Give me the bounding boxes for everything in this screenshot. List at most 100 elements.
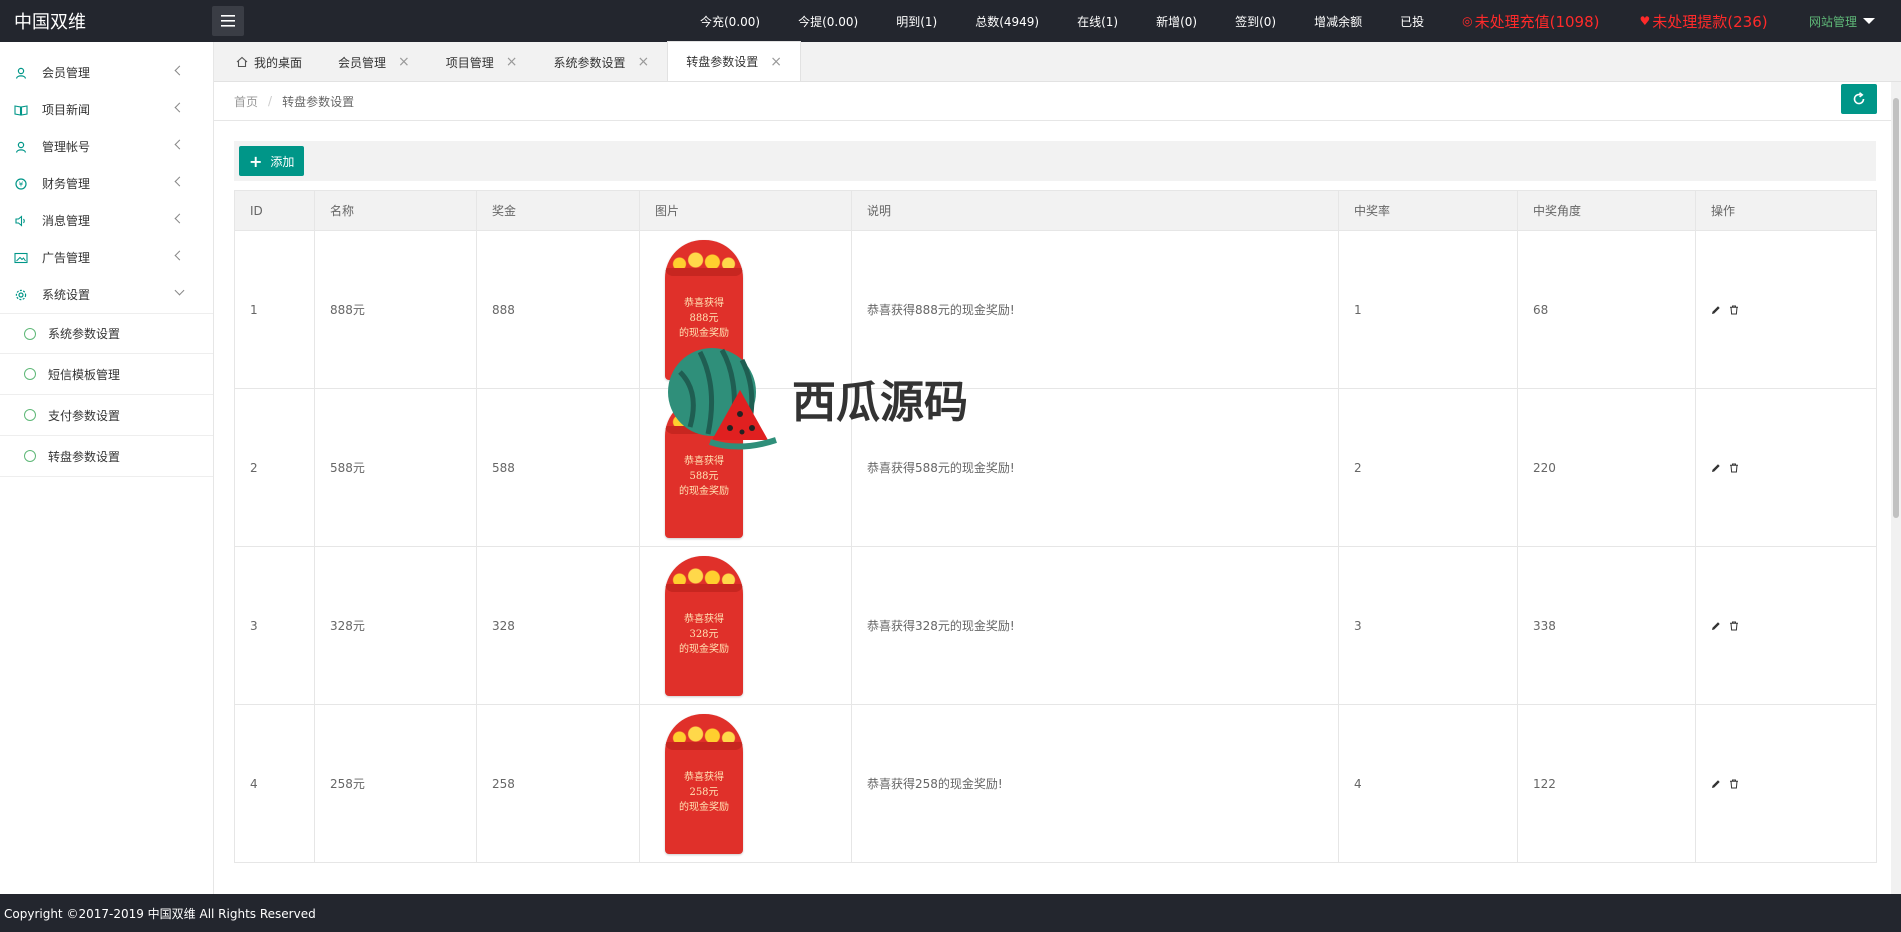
edit-icon[interactable] <box>1711 463 1721 473</box>
red-envelope-image: 恭喜获得 328元 的现金奖励 <box>665 555 743 696</box>
sidebar-item-ads[interactable]: 广告管理 <box>0 239 213 276</box>
sidebar-item-label: 管理帐号 <box>42 140 91 154</box>
delete-icon[interactable] <box>1729 463 1739 473</box>
tab-wheel-params[interactable]: 转盘参数设置 × <box>667 41 802 81</box>
top-bar: 中国双维 今充(0.00) 今提(0.00) 明到(1) 总数(4949) 在线… <box>0 0 1901 42</box>
edit-icon[interactable] <box>1711 779 1721 789</box>
tab-system-params[interactable]: 系统参数设置 × <box>536 43 668 81</box>
table-row: 2 588元 588 恭喜获得 588元 的现金奖励 恭喜获得 588元的现金奖励… <box>234 388 1877 547</box>
stat-adjust-balance[interactable]: 增减余额 <box>1314 13 1362 30</box>
refresh-button[interactable] <box>1841 84 1877 114</box>
delete-icon[interactable] <box>1729 621 1739 631</box>
cell-win-rate: 3 <box>1338 546 1518 705</box>
edit-icon[interactable] <box>1711 305 1721 315</box>
target-icon: ◎ <box>1462 14 1473 28</box>
stat-today-recharge[interactable]: 今充(0.00) <box>700 13 760 30</box>
site-admin-menu[interactable]: 网站管理 <box>1809 0 1875 42</box>
chevron-left-icon <box>174 102 185 113</box>
close-icon[interactable]: × <box>770 54 782 70</box>
tab-members[interactable]: 会员管理 × <box>320 43 428 81</box>
app-logo: 中国双维 <box>14 12 86 33</box>
menu-toggle-button[interactable] <box>212 6 244 36</box>
sidebar-item-label: 消息管理 <box>42 214 91 228</box>
cell-prize: 588 <box>476 388 640 547</box>
sidebar-subitem-wheel-params[interactable]: 转盘参数设置 <box>0 436 213 477</box>
scrollbar-thumb[interactable] <box>1893 98 1899 518</box>
edit-icon[interactable] <box>1711 621 1721 631</box>
close-icon[interactable]: × <box>506 54 518 70</box>
cell-win-angle: 338 <box>1517 546 1696 705</box>
heart-icon: ♥ <box>1639 14 1651 28</box>
cell-description: 恭喜获得258的现金奖励! <box>851 704 1339 863</box>
gear-icon <box>24 327 36 340</box>
column-header-name: 名称 <box>314 190 477 231</box>
column-header-prize: 奖金 <box>476 190 640 231</box>
cell-actions <box>1695 546 1877 705</box>
close-icon[interactable]: × <box>638 54 650 70</box>
gear-icon <box>24 409 36 421</box>
column-header-image: 图片 <box>639 190 852 231</box>
delete-icon[interactable] <box>1729 305 1739 315</box>
breadcrumb-home[interactable]: 首页 <box>234 93 258 110</box>
tab-desktop[interactable]: 我的桌面 <box>218 43 320 81</box>
breadcrumb-current: 转盘参数设置 <box>282 94 355 109</box>
sidebar-item-label: 财务管理 <box>42 177 91 191</box>
sidebar-subitem-system-params[interactable]: 系统参数设置 <box>0 313 213 354</box>
envelope-line: 恭喜获得 <box>684 455 724 467</box>
envelope-line: 的现金奖励 <box>679 643 729 655</box>
alert-pending-recharge[interactable]: ◎ 未处理充值(1098) <box>1462 11 1599 32</box>
book-icon <box>14 103 28 117</box>
sidebar-subitem-sms-templates[interactable]: 短信模板管理 <box>0 354 213 395</box>
red-envelope-image: 恭喜获得 258元 的现金奖励 <box>665 713 743 854</box>
envelope-flap <box>665 741 743 750</box>
caret-down-icon <box>1863 18 1875 24</box>
alert-pending-withdraw[interactable]: ♥ 未处理提款(236) <box>1640 11 1768 32</box>
sidebar-subitem-label: 短信模板管理 <box>48 367 121 382</box>
stat-tomorrow[interactable]: 明到(1) <box>896 13 937 30</box>
tab-label: 项目管理 <box>445 55 494 70</box>
cell-name: 588元 <box>314 388 477 547</box>
close-icon[interactable]: × <box>398 54 410 70</box>
image-icon <box>14 251 28 265</box>
tab-label: 系统参数设置 <box>553 55 626 70</box>
stat-new[interactable]: 新增(0) <box>1156 13 1197 30</box>
chevron-left-icon <box>174 139 185 150</box>
sidebar-subitem-label: 转盘参数设置 <box>48 449 121 464</box>
cell-actions <box>1695 704 1877 863</box>
sidebar-item-news[interactable]: 项目新闻 <box>0 91 213 128</box>
stat-today-withdraw[interactable]: 今提(0.00) <box>798 13 858 30</box>
stat-online[interactable]: 在线(1) <box>1077 13 1118 30</box>
sidebar-item-system-settings[interactable]: 系统设置 <box>0 276 213 313</box>
column-header-win-rate: 中奖率 <box>1338 190 1518 231</box>
envelope-text: 恭喜获得 328元 的现金奖励 <box>665 612 743 657</box>
tab-bar: 我的桌面 会员管理 × 项目管理 × 系统参数设置 × 转盘参数设置 × <box>214 41 1901 82</box>
home-icon <box>236 56 248 68</box>
stat-checkin[interactable]: 签到(0) <box>1235 13 1276 30</box>
sidebar-item-finance[interactable]: ¥ 财务管理 <box>0 165 213 202</box>
delete-icon[interactable] <box>1729 779 1739 789</box>
cell-win-angle: 122 <box>1517 704 1696 863</box>
cell-id: 1 <box>234 230 315 389</box>
sidebar-item-label: 系统设置 <box>42 288 91 302</box>
sidebar-item-label: 会员管理 <box>42 66 91 80</box>
chevron-down-icon <box>174 285 185 296</box>
envelope-line: 的现金奖励 <box>679 327 729 339</box>
breadcrumb: 首页 / 转盘参数设置 <box>214 82 1901 121</box>
cell-win-angle: 220 <box>1517 388 1696 547</box>
vertical-scrollbar[interactable] <box>1891 82 1901 894</box>
chevron-left-icon <box>174 176 185 187</box>
add-button[interactable]: + 添加 <box>239 146 305 176</box>
sidebar-item-admin-accounts[interactable]: 管理帐号 <box>0 128 213 165</box>
finance-icon: ¥ <box>14 177 28 191</box>
envelope-line: 588元 <box>689 470 719 482</box>
copyright-text: Copyright ©2017-2019 中国双维 All Rights Res… <box>4 906 316 921</box>
cell-prize: 328 <box>476 546 640 705</box>
column-header-actions: 操作 <box>1695 190 1877 231</box>
sidebar-subitem-payment-params[interactable]: 支付参数设置 <box>0 395 213 436</box>
sidebar-item-members[interactable]: 会员管理 <box>0 54 213 91</box>
stat-invested[interactable]: 已投 <box>1400 13 1424 30</box>
tab-projects[interactable]: 项目管理 × <box>428 43 536 81</box>
alert-pending-withdraw-label: 未处理提款(236) <box>1652 12 1768 31</box>
stat-total[interactable]: 总数(4949) <box>975 13 1039 30</box>
sidebar-item-messages[interactable]: 消息管理 <box>0 202 213 239</box>
